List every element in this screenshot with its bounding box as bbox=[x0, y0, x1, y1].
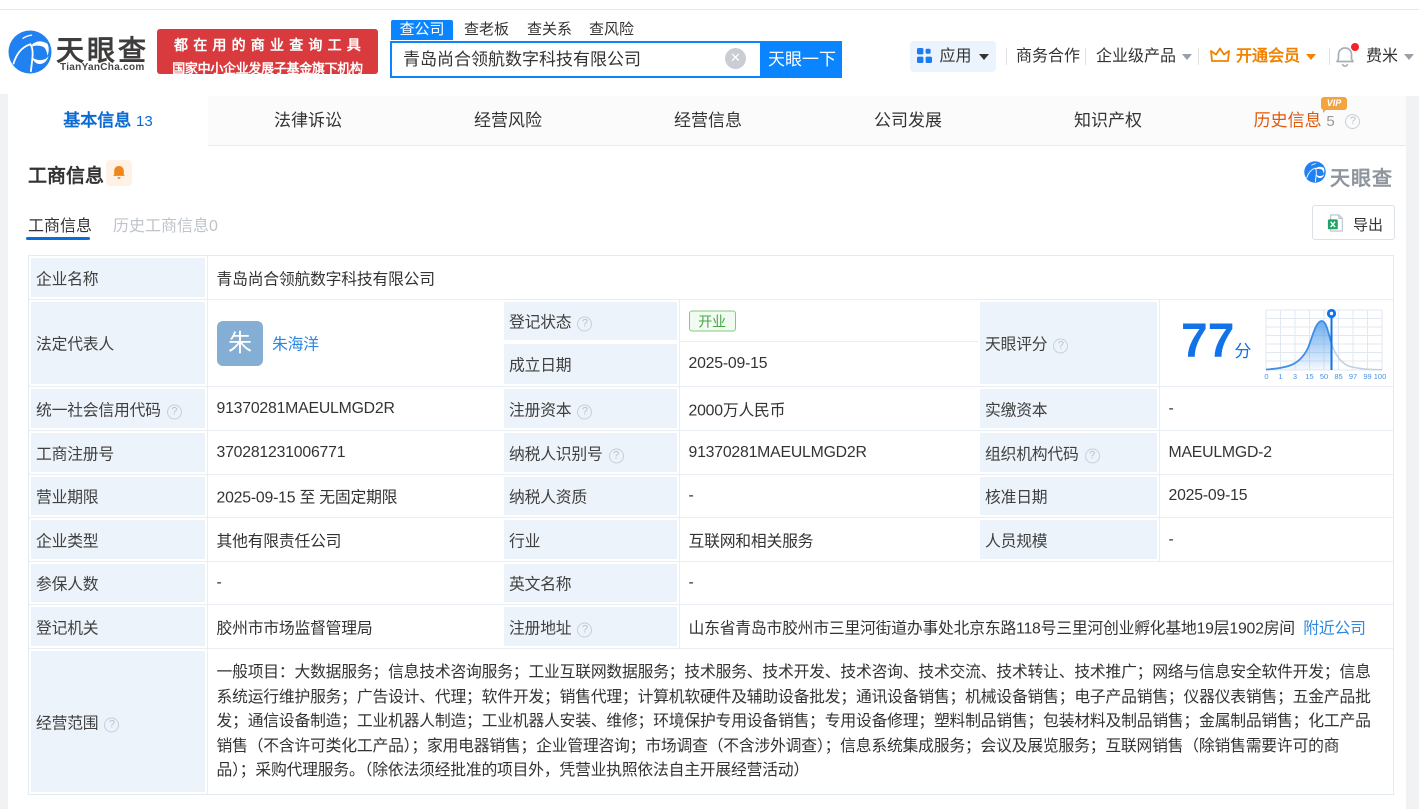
svg-text:100: 100 bbox=[1374, 372, 1386, 381]
svg-text:3: 3 bbox=[1293, 372, 1297, 381]
svg-text:0: 0 bbox=[1264, 372, 1268, 381]
svg-text:15: 15 bbox=[1305, 372, 1313, 381]
svg-text:85: 85 bbox=[1334, 372, 1342, 381]
svg-text:97: 97 bbox=[1349, 372, 1357, 381]
svg-text:99: 99 bbox=[1363, 372, 1371, 381]
svg-text:1: 1 bbox=[1278, 372, 1282, 381]
svg-text:50: 50 bbox=[1320, 372, 1328, 381]
